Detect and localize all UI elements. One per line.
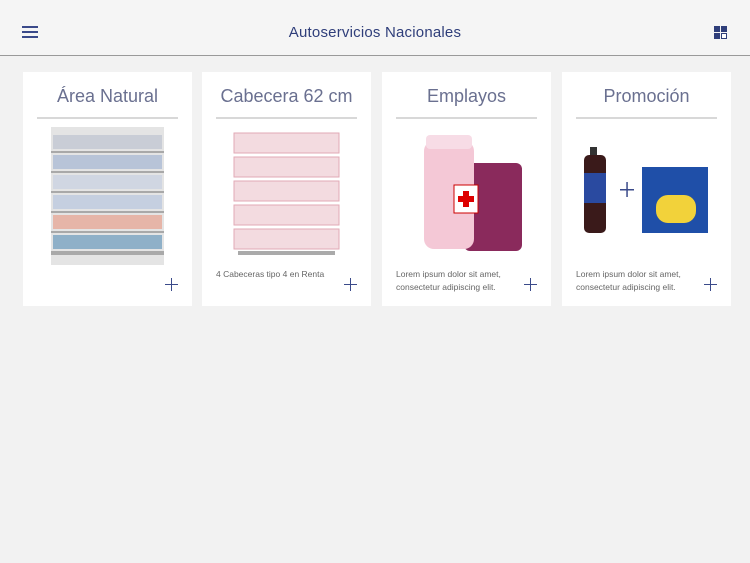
- add-button[interactable]: [704, 278, 717, 291]
- add-button[interactable]: [344, 278, 357, 291]
- shelf-image: [51, 127, 164, 265]
- card-area-natural[interactable]: Área Natural: [23, 72, 192, 306]
- card-title: Emplayos: [426, 86, 507, 106]
- product-bundle-image: [424, 135, 522, 251]
- add-button[interactable]: [524, 278, 537, 291]
- endcap-image: [233, 132, 340, 255]
- card-emplayos[interactable]: Emplayos Lorem ipsum dolor sit amet, con…: [382, 72, 551, 306]
- card-description: 4 Cabeceras tipo 4 en Renta: [216, 269, 325, 279]
- app-header: Autoservicios Nacionales: [0, 0, 750, 56]
- card-description: Lorem ipsum dolor sit amet, consectetur …: [396, 269, 501, 292]
- card-title: Promoción: [603, 86, 690, 106]
- divider: [37, 117, 178, 119]
- grid-view-icon[interactable]: [714, 26, 727, 39]
- card-description: Lorem ipsum dolor sit amet, consectetur …: [576, 269, 681, 292]
- divider: [216, 117, 357, 119]
- card-title: Área Natural: [56, 86, 159, 106]
- divider: [396, 117, 537, 119]
- add-button[interactable]: [165, 278, 178, 291]
- card-title: Cabecera 62 cm: [220, 86, 353, 106]
- card-cabecera[interactable]: Cabecera 62 cm 4 Cabeceras tipo 4 en Ren…: [202, 72, 371, 306]
- page-title: Autoservicios Nacionales: [288, 24, 462, 41]
- divider: [576, 117, 717, 119]
- promo-products-image: [584, 147, 708, 233]
- card-promocion[interactable]: Promoción Lorem ipsum dolor sit amet, co…: [562, 72, 731, 306]
